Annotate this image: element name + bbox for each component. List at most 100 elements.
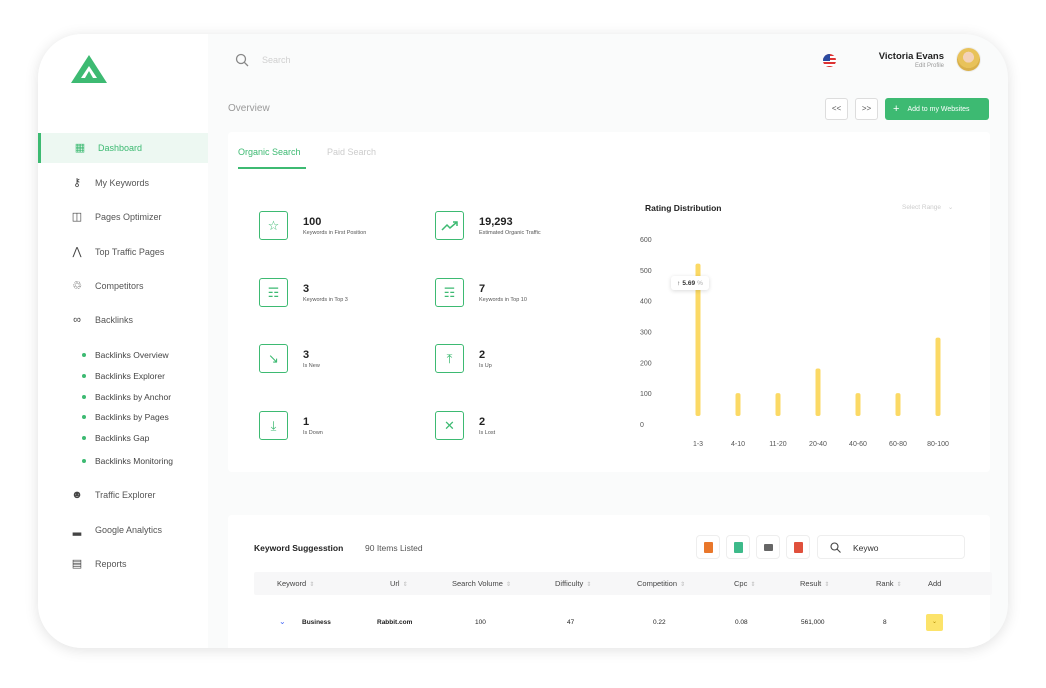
column-header-search-volume[interactable]: Search Volume ⇕ [452,579,511,588]
tooltip-unit: % [697,279,703,287]
sidebar-item-label: Pages Optimizer [95,212,162,222]
stat-label: Estimated Organic Traffic [479,230,541,236]
select-range-dropdown[interactable]: Select Range ⌄ [902,203,953,211]
tab-paid-search[interactable]: Paid Search [327,147,376,157]
table-title: Keyword Suggesstion [254,543,344,553]
sidebar-item-label: Top Traffic Pages [95,247,165,257]
export-button[interactable] [726,535,750,559]
prev-button[interactable]: << [825,98,848,120]
column-header-cpc[interactable]: Cpc ⇕ [734,579,755,588]
sidebar-subitem-backlinks-by-anchor[interactable]: Backlinks by Anchor [38,388,208,406]
arrow-down-right-icon: ↘ [259,344,288,373]
cell-competition: 0.22 [653,619,666,626]
x-tick-label: 40-60 [849,441,867,448]
chart-bar[interactable] [935,337,941,416]
x-icon: ✕ [435,411,464,440]
column-header-difficulty[interactable]: Difficulty ⇕ [555,579,591,588]
export-button[interactable] [696,535,720,559]
cell-cpc: 0.08 [735,619,748,626]
x-tick-label: 11-20 [769,441,786,448]
export-button[interactable] [786,535,810,559]
bullet-icon [82,415,86,419]
sort-icon: ⇕ [309,582,315,588]
y-tick-label: 600 [640,237,652,244]
column-header-keyword[interactable]: Keyword ⇕ [277,579,314,588]
export-pdf-icon [793,541,803,553]
trophy-icon: ♲ [72,280,82,292]
column-header-url[interactable]: Url ⇕ [390,579,408,588]
print-icon [763,543,773,551]
edit-profile-link[interactable]: Edit Profile [858,63,944,69]
sidebar-subitem-backlinks-by-pages[interactable]: Backlinks by Pages [38,408,208,426]
sidebar-subitem-label: Backlinks Overview [95,350,169,360]
page-title: Overview [228,103,270,114]
column-header-result[interactable]: Result ⇕ [800,579,829,588]
sidebar-subitem-label: Backlinks Explorer [95,371,165,381]
sidebar-item-top-traffic-pages[interactable]: ⋀ Top Traffic Pages [38,237,208,267]
sidebar-item-pages-optimizer[interactable]: ◫ Pages Optimizer [38,202,208,232]
stat-label: Keywords in Top 10 [479,297,527,303]
sidebar-item-competitors[interactable]: ♲ Competitors [38,271,208,301]
chart-bar[interactable] [855,393,861,416]
stat-value: 2 [479,416,486,428]
chart-bar[interactable] [815,368,821,417]
column-header-label: Cpc [734,579,748,588]
user-name[interactable]: Victoria Evans [858,51,944,62]
sidebar-subitem-backlinks-monitoring[interactable]: Backlinks Monitoring [38,452,208,470]
us-flag-icon[interactable] [823,54,836,67]
tab-organic-search[interactable]: Organic Search [238,147,301,157]
stat-label: Keywords in Top 3 [303,297,348,303]
add-button-label: Add to my Websites [907,105,970,113]
plus-icon: + [893,103,900,115]
search-icon[interactable] [235,53,249,67]
sidebar-subitem-label: Backlinks by Anchor [95,392,172,402]
sidebar-item-traffic-explorer[interactable]: ☻ Traffic Explorer [38,480,208,510]
trend-up-icon [435,211,464,240]
sidebar-subitem-backlinks-gap[interactable]: Backlinks Gap [38,429,208,447]
arrow-up-icon: ↑ [677,279,681,287]
sidebar-subitem-backlinks-overview[interactable]: Backlinks Overview [38,346,208,364]
expand-row-chevron-icon[interactable]: ⌄ [279,617,286,626]
chart-bar[interactable] [735,393,741,416]
upload-icon: ⤒ [435,344,464,373]
cell-rank: 8 [883,619,887,626]
y-tick-label: 200 [640,360,652,367]
stat-value: 3 [303,349,310,361]
sidebar-item-label: Traffic Explorer [95,490,156,500]
y-tick-label: 400 [640,299,652,306]
table-search-input[interactable]: Keywo [817,535,965,559]
sidebar-item-dashboard[interactable]: ▦ Dashboard [38,133,208,163]
stat-value: 7 [479,283,486,295]
sidebar-subitem-backlinks-explorer[interactable]: Backlinks Explorer [38,367,208,385]
stat-value: 19,293 [479,216,513,228]
sidebar: ▦ Dashboard ⚷ My Keywords ◫ Pages Optimi… [38,34,208,648]
bar-chart-icon: ▂ [72,524,82,536]
column-header-rank[interactable]: Rank ⇕ [876,579,902,588]
sidebar-item-google-analytics[interactable]: ▂ Google Analytics [38,515,208,545]
cell-difficulty: 47 [567,619,575,626]
search-icon [830,542,841,553]
sort-icon: ⇕ [824,582,830,588]
chart-bar[interactable] [895,393,901,416]
sidebar-item-label: Backlinks [95,315,134,325]
chart-bar[interactable] [775,393,781,416]
column-header-competition[interactable]: Competition ⇕ [637,579,685,588]
badge-icon: ☶ [435,278,464,307]
avatar[interactable] [956,47,981,72]
add-to-websites-button[interactable]: + Add to my Websites [885,98,989,120]
stat-value: 1 [303,416,310,428]
sidebar-item-my-keywords[interactable]: ⚷ My Keywords [38,168,208,198]
stat-label: Is New [303,363,320,369]
search-input[interactable]: Search [262,55,291,65]
next-button[interactable]: >> [855,98,878,120]
x-tick-label: 20-40 [809,441,827,448]
column-header-label: Competition [637,579,678,588]
sidebar-item-backlinks[interactable]: ∞ Backlinks [38,305,208,335]
print-button[interactable] [756,535,780,559]
bullet-icon [82,353,86,357]
y-tick-label: 100 [640,391,652,398]
rating-distribution-chart: 0 100 200 300 400 500 600 1-3 4-10 11-20 20-40 40-6… [640,237,949,448]
cell-url[interactable]: Rabbit.com [377,619,412,626]
add-keyword-button[interactable]: ⌄ [926,614,943,631]
sidebar-item-reports[interactable]: ▤ Reports [38,549,208,579]
